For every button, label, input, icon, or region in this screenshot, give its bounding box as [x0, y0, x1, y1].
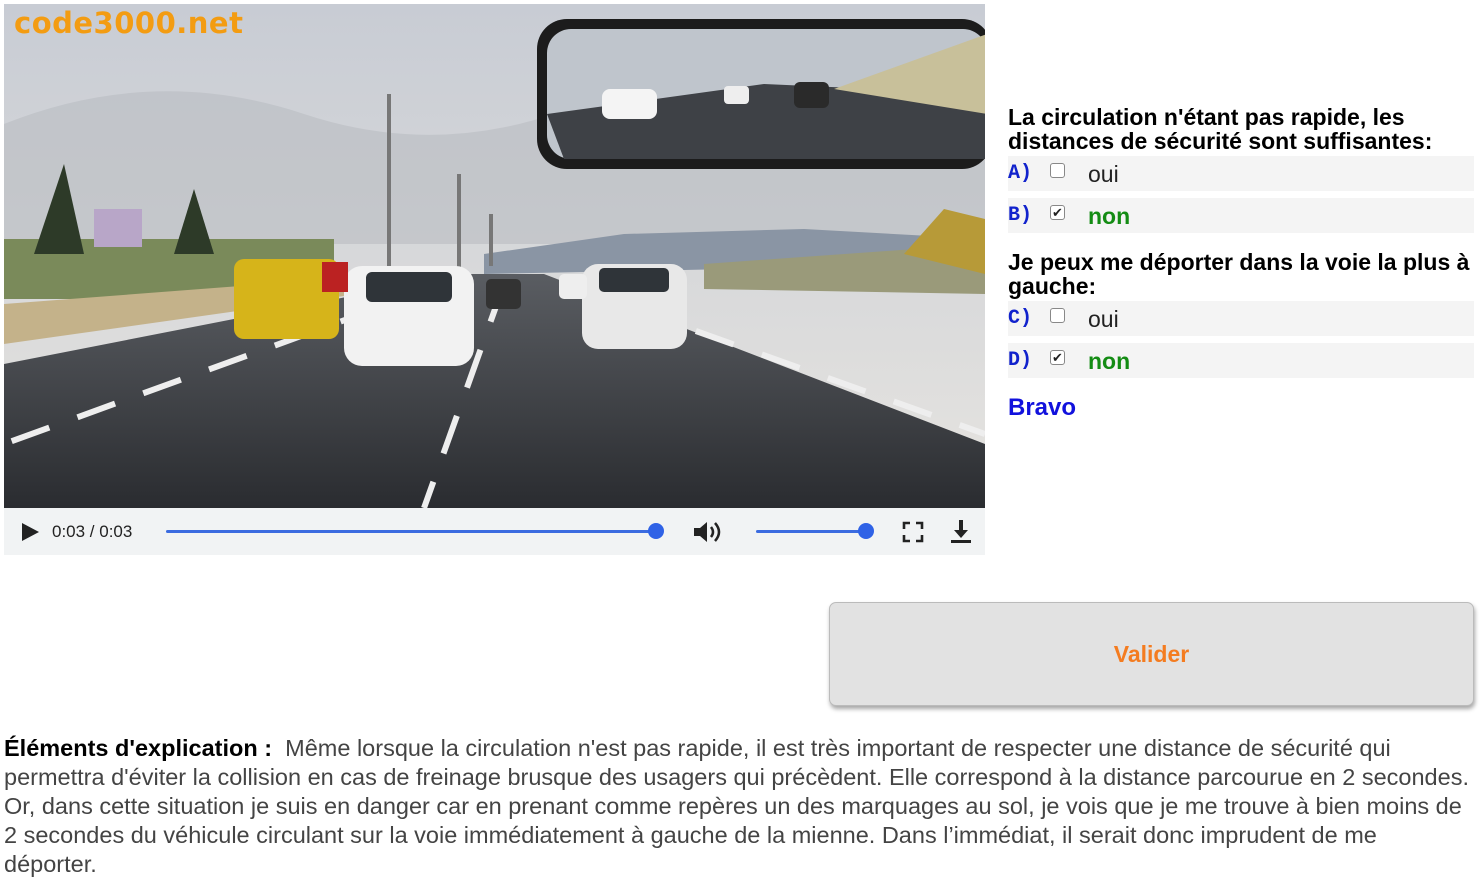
validate-button[interactable]: Valider: [829, 602, 1474, 706]
option-b-checkbox[interactable]: ✔: [1050, 205, 1065, 220]
option-letter: C): [1008, 307, 1033, 330]
option-c-checkbox[interactable]: [1050, 308, 1065, 323]
video-time: 0:03 / 0:03: [52, 522, 133, 541]
option-letter: D): [1008, 349, 1033, 372]
video-controls: 0:03 / 0:03: [4, 508, 985, 555]
question-1: La circulation n'étant pas rapide, les d…: [1008, 104, 1433, 154]
video-frame: [4, 4, 985, 508]
download-icon[interactable]: [949, 518, 973, 549]
quiz-panel: La circulation n'étant pas rapide, les d…: [1008, 105, 1474, 422]
option-b[interactable]: B) ✔ non: [1008, 198, 1474, 233]
brand-logo: code3000.net: [14, 6, 244, 40]
option-d-checkbox[interactable]: ✔: [1050, 350, 1065, 365]
option-label: non: [1088, 203, 1131, 229]
option-label: oui: [1088, 306, 1119, 332]
option-letter: A): [1008, 162, 1033, 185]
video-player[interactable]: code3000.net: [4, 4, 985, 508]
volume-slider[interactable]: [756, 523, 874, 539]
option-a-checkbox[interactable]: [1050, 163, 1065, 178]
explanation-heading: Éléments d'explication :: [4, 735, 273, 761]
option-d[interactable]: D) ✔ non: [1008, 343, 1474, 378]
option-label: oui: [1088, 161, 1119, 187]
volume-handle[interactable]: [858, 523, 874, 539]
option-label: non: [1088, 348, 1131, 374]
seek-handle[interactable]: [648, 523, 664, 539]
option-letter: B): [1008, 204, 1033, 227]
seek-bar[interactable]: [166, 523, 664, 539]
option-a[interactable]: A) oui: [1008, 156, 1474, 191]
feedback-message: Bravo: [1008, 394, 1077, 421]
fullscreen-icon[interactable]: [902, 521, 924, 548]
question-2: Je peux me déporter dans la voie la plus…: [1008, 249, 1470, 299]
explanation: Éléments d'explication : Même lorsque la…: [4, 734, 1476, 879]
volume-icon[interactable]: [692, 519, 722, 550]
play-icon[interactable]: [22, 523, 39, 541]
option-c[interactable]: C) oui: [1008, 301, 1474, 336]
